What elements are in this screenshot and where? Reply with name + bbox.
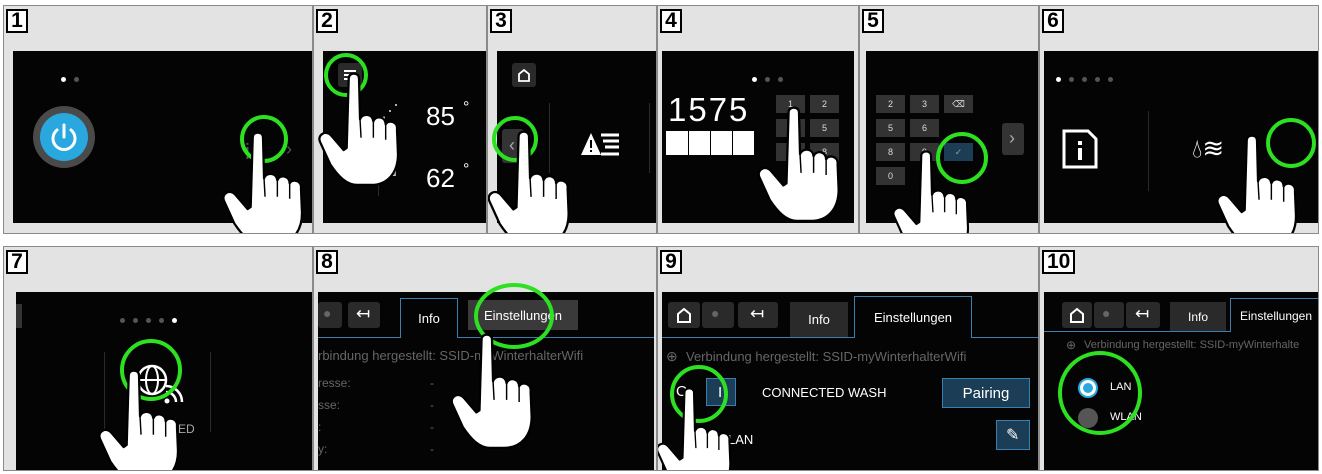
pin-input-boxes [666, 131, 754, 155]
home-button[interactable] [512, 63, 536, 87]
pointing-hand-icon [222, 131, 304, 233]
step-number: 1 [6, 9, 28, 33]
pointing-hand-icon [488, 130, 570, 233]
tab-underline [662, 337, 854, 338]
user-button[interactable]: ● [702, 302, 734, 328]
back-button[interactable]: ↤ [1126, 302, 1160, 328]
degree-symbol: ° [463, 161, 470, 178]
back-arrow-icon: ↤ [1135, 304, 1150, 323]
back-button[interactable]: ↤ [348, 302, 380, 328]
step-panel-2: 2 ⋰ 85 ° ⊔ 62 ° [313, 5, 487, 234]
page-dots [1052, 69, 1117, 87]
step-number: 6 [1042, 9, 1064, 33]
rinse-temperature: 62 [426, 163, 455, 193]
tab-settings[interactable]: Einstellungen [1230, 298, 1318, 332]
warning-list-icon [581, 133, 619, 156]
user-icon: ● [1102, 305, 1111, 321]
connection-status: Verbindung hergestellt: SSID-myWinterhal… [686, 349, 967, 364]
tab-settings[interactable]: Einstellungen [854, 296, 972, 338]
connection-status: Verbindung hergestellt: SSID-myWinterhal… [1084, 339, 1300, 351]
tab-info[interactable]: Info [1170, 302, 1226, 332]
divider [649, 103, 650, 173]
pointing-hand-icon [450, 333, 533, 450]
divider [1148, 111, 1149, 191]
field-value: - [430, 442, 434, 456]
pairing-button[interactable]: Pairing [942, 378, 1030, 408]
pointing-hand-icon [98, 369, 180, 470]
step-panel-10: 10 ● ↤ Info Einstellungen ⊕ Verbindung h… [1039, 246, 1319, 471]
user-button[interactable]: ● [1094, 302, 1124, 328]
step-number: 3 [490, 9, 512, 33]
divider [210, 352, 211, 432]
step-panel-5: 5 2 3 ⌫ 5 6 8 9 ✓ 0 › [859, 5, 1039, 234]
keypad-key[interactable]: 3 [910, 95, 939, 113]
backspace-key[interactable]: ⌫ [944, 95, 973, 113]
tab-info[interactable]: Info [790, 302, 848, 338]
home-icon [677, 307, 691, 323]
info-document-icon [1062, 129, 1098, 169]
pointing-hand-icon [318, 72, 400, 187]
back-button[interactable]: ↤ [738, 302, 778, 328]
pointing-hand-icon [658, 387, 732, 470]
tab-underline [972, 337, 1038, 338]
field-value: - [430, 398, 434, 412]
page-dots [748, 69, 787, 87]
next-button[interactable]: › [1002, 123, 1024, 155]
user-button[interactable]: ● [318, 302, 342, 328]
keypad-key[interactable]: 6 [910, 119, 939, 137]
connected-wash-label: CONNECTED WASH [762, 385, 887, 400]
user-icon: ● [323, 305, 332, 321]
field-label: sse: [318, 398, 341, 412]
step-panel-8: 8 ● ↤ Info Einstellungen rbindung herges… [313, 246, 657, 471]
step-number: 7 [6, 250, 28, 274]
edit-button[interactable]: ✎ [996, 420, 1030, 450]
field-label: resse: [318, 376, 351, 390]
user-icon: ● [711, 305, 720, 321]
power-icon [51, 123, 77, 151]
page-dots [116, 310, 181, 328]
globe-wifi-icon: ⊕ [666, 348, 678, 364]
step-number: 8 [316, 250, 338, 274]
step-number: 9 [660, 250, 682, 274]
home-button[interactable] [668, 302, 700, 328]
tab-underline [318, 337, 400, 338]
pencil-icon: ✎ [1006, 427, 1020, 444]
step-panel-9: 9 ● ↤ Info Einstellungen ⊕ Verbindung he… [657, 246, 1039, 471]
tab-underline [1044, 331, 1230, 332]
step-number: 5 [862, 9, 884, 33]
left-edge-button[interactable] [16, 304, 22, 328]
keypad-key[interactable]: 2 [876, 95, 905, 113]
step-panel-1: 1 i › [3, 5, 313, 234]
back-arrow-icon: ↤ [750, 304, 765, 323]
pin-display: 1575 [668, 91, 750, 128]
highlight-ring [1058, 351, 1142, 435]
degree-symbol: ° [463, 99, 470, 116]
step-panel-6: 6 💧︎≋ [1039, 5, 1319, 234]
field-value: - [430, 420, 434, 434]
home-icon [1070, 307, 1084, 323]
home-icon [518, 68, 530, 82]
wash-temperature: 85 [426, 101, 455, 131]
field-value: - [430, 376, 434, 390]
pointing-hand-icon [892, 150, 970, 233]
pointing-hand-icon [757, 106, 840, 223]
step-panel-3: 3 ‹ [487, 5, 657, 234]
keypad-key[interactable]: 5 [876, 119, 905, 137]
page-dots [57, 69, 83, 87]
power-button[interactable] [33, 106, 95, 168]
home-button[interactable] [1062, 302, 1092, 328]
pointing-hand-icon [1216, 134, 1298, 233]
globe-wifi-icon: ⊕ [1066, 338, 1077, 352]
back-arrow-icon: ↤ [356, 304, 371, 323]
step-panel-7: 7 CTED [3, 246, 313, 471]
step-panel-4: 4 1575 1 2 4 5 7 8 [657, 5, 859, 234]
step-number: 4 [660, 9, 682, 33]
step-number: 2 [316, 9, 338, 33]
field-label: y: [318, 442, 328, 456]
field-label: : [318, 420, 322, 434]
step-number: 10 [1042, 250, 1076, 274]
